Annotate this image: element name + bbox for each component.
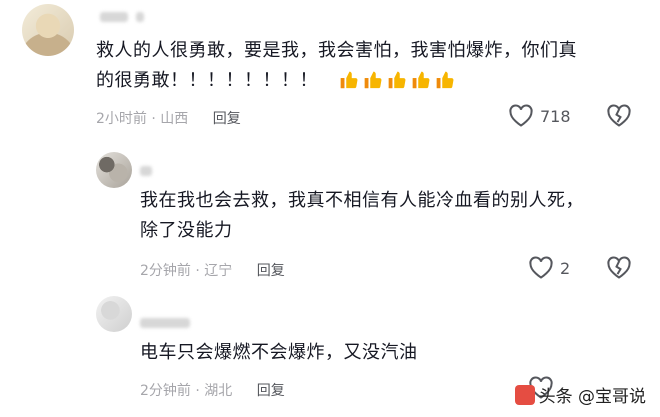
broken-heart-icon[interactable] [606,104,632,128]
broken-heart-icon[interactable] [606,256,632,280]
meta-separator: · [195,263,205,279]
comment-text-line-2: 的很勇敢！！！！！！！！ [96,70,318,91]
reply-button[interactable]: 回复 [257,383,285,399]
comment-text: 我在我也会去救，我真不相信有人能冷血看的别人死， 除了没能力 [140,186,584,246]
comment-meta: 2分钟前 · 辽宁 回复 [140,260,285,280]
thumbs-up-emoji [436,71,454,89]
watermark-text: 头条 @宝哥说 [538,387,646,407]
heart-outline-icon [509,104,533,127]
comment-location: 湖北 [204,383,233,399]
avatar[interactable] [96,152,132,188]
thumbs-up-emoji [364,71,382,89]
avatar[interactable] [22,4,74,56]
comment-time: 2分钟前 [140,263,191,279]
like-count: 718 [540,106,571,126]
comment-meta: 2分钟前 · 湖北 回复 [140,380,285,400]
thumbs-up-emoji [340,71,358,89]
comment-meta: 2小时前 · 山西 回复 [96,108,241,128]
thumbs-up-emoji [412,71,430,89]
comment-text-line: 救人的人很勇敢，要是我，我会害怕，我害怕爆炸，你们真 [96,40,577,61]
like-count: 2 [560,258,571,278]
meta-separator: · [151,111,161,127]
username-blurred[interactable] [140,318,190,328]
comment-text-line: 的很勇敢！！！！！！！！ [96,66,577,96]
heart-outline-icon [529,256,553,279]
comment-location: 辽宁 [204,263,233,279]
comment-time: 2分钟前 [140,383,191,399]
comment-text-line: 电车只会爆燃不会爆炸，又没汽油 [140,342,418,363]
comment-text: 电车只会爆燃不会爆炸，又没汽油 [140,338,418,368]
thumbs-up-emoji [388,71,406,89]
watermark: 头条 @宝哥说 [514,382,646,407]
comment-time: 2小时前 [96,111,147,127]
comment-location: 山西 [160,111,189,127]
meta-separator: · [195,383,205,399]
comment-text: 救人的人很勇敢，要是我，我会害怕，我害怕爆炸，你们真 的很勇敢！！！！！！！！ [96,36,577,96]
like-button[interactable]: 718 [508,104,571,128]
reply-button[interactable]: 回复 [257,263,285,279]
thumbs-up-emoji-row [338,70,458,91]
like-button[interactable]: 2 [528,256,570,280]
avatar[interactable] [96,296,132,332]
username-blurred[interactable] [136,12,144,22]
comment-text-line: 我在我也会去救，我真不相信有人能冷血看的别人死， [140,190,584,211]
toutiao-logo-icon [514,384,535,405]
reply-button[interactable]: 回复 [213,111,241,127]
comment-text-line: 除了没能力 [140,220,233,241]
username-blurred[interactable] [100,12,128,22]
username-blurred[interactable] [140,166,152,176]
